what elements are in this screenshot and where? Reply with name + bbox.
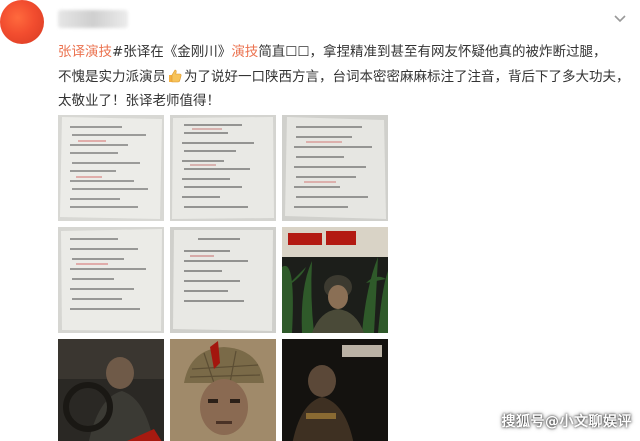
post-line-3: 太敬业了！张译老师值得！ xyxy=(58,89,632,114)
script-page-3[interactable] xyxy=(282,115,388,221)
keyword-link[interactable]: 演技 xyxy=(231,44,258,60)
post-text-fragment: 简直☐☐，拿捏精准到甚至有网友怀疑他真的被炸断过腿， xyxy=(258,44,607,60)
topic-hashtag[interactable]: 张译演技 xyxy=(58,44,112,60)
blurred-username[interactable] xyxy=(58,10,128,28)
movie-poster-corn[interactable] xyxy=(282,227,388,333)
post-text-fragment: 不愧是实力派演员 xyxy=(58,68,166,85)
movie-poster-dark[interactable] xyxy=(282,339,388,441)
script-page-2[interactable] xyxy=(170,115,276,221)
post-line-1: 张译演技#张译在《金刚川》演技简直☐☐，拿捏精准到甚至有网友怀疑他真的被炸断过腿… xyxy=(58,40,632,65)
script-page-1[interactable] xyxy=(58,115,164,221)
movie-title: 《金刚川》 xyxy=(163,44,232,60)
script-page-4[interactable] xyxy=(58,227,164,333)
chevron-down-icon[interactable] xyxy=(612,10,628,26)
post-text-fragment: 为了说好一口陕西方言，台词本密密麻麻标注了注音，背后下了多大功夫， xyxy=(184,68,630,85)
avatar[interactable] xyxy=(0,0,44,44)
watermark: 搜狐号@小文聊娱评 xyxy=(502,411,633,431)
post-line-2: 不愧是实力派演员 为了说好一口陕西方言，台词本密密麻麻标注了注音，背后下了多大功夫… xyxy=(58,65,632,90)
script-page-5[interactable] xyxy=(170,227,276,333)
post-text: 张译演技#张译在《金刚川》演技简直☐☐，拿捏精准到甚至有网友怀疑他真的被炸断过腿… xyxy=(58,40,632,114)
post-text-fragment: 太敬业了！张译老师值得！ xyxy=(58,93,220,109)
watermark-text: 搜狐号@小文聊娱评 xyxy=(501,414,632,430)
thumbs-up-emoji xyxy=(167,68,183,84)
post-text-fragment: #张译在 xyxy=(112,44,164,60)
movie-poster-helmet[interactable] xyxy=(170,339,276,441)
image-grid xyxy=(58,115,388,441)
movie-still-wheel[interactable] xyxy=(58,339,164,441)
